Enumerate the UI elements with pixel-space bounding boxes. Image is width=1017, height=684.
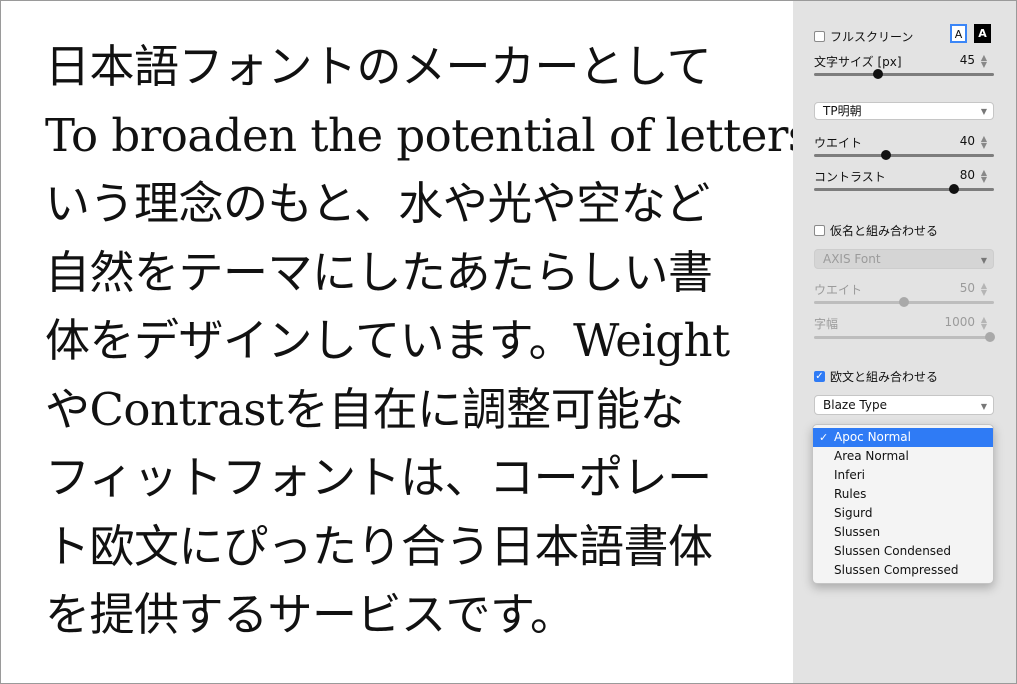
settings-panel: フルスクリーン A A 文字サイズ [px] 45 ▲ ▼ TP明朝 ▼ ウエイト…	[793, 1, 1016, 683]
kana-width-slider-knob[interactable]	[985, 332, 995, 342]
sample-line: 自然をテーマにしたあたらしい書	[45, 245, 713, 299]
kana-combine-label: 仮名と組み合わせる	[830, 224, 939, 238]
app-window: 日本語フォントのメーカーとして To broaden the potential…	[0, 0, 1017, 684]
weight-slider-knob[interactable]	[881, 150, 891, 160]
font-size-value: 45	[959, 53, 975, 67]
checkmark-icon: ✓	[819, 431, 829, 444]
kana-weight-stepper[interactable]: ▲ ▼	[979, 282, 989, 297]
sample-line: いう理念のもと、水や光や空など	[45, 177, 710, 230]
dropdown-option-apoc-normal[interactable]: ✓ Apoc Normal	[813, 428, 993, 447]
dropdown-option-inferi[interactable]: Inferi	[813, 466, 993, 485]
sample-line: やContrastを自在に調整可能な	[45, 382, 685, 436]
kana-font-select[interactable]: AXIS Font ▼	[814, 249, 994, 269]
kana-font-value: AXIS Font	[823, 252, 881, 266]
latin-combine-checkbox[interactable]: ✓	[814, 371, 825, 382]
weight-slider-track[interactable]	[814, 154, 994, 157]
sample-line: フィットフォントは、コーポレー	[45, 451, 712, 504]
dark-theme-button[interactable]: A	[974, 24, 991, 43]
latin-combine-label: 欧文と組み合わせる	[830, 370, 939, 384]
font-select-value: TP明朝	[823, 104, 862, 118]
chevron-down-icon: ▼	[980, 256, 987, 265]
sample-line: ト欧文にぴったり合う日本語書体	[45, 519, 713, 573]
kana-weight-value: 50	[959, 281, 975, 295]
latin-font-dropdown-menu: ✓ Apoc Normal Area Normal Inferi Rules S…	[812, 424, 994, 584]
chevron-down-icon: ▼	[980, 402, 987, 411]
weight-stepper[interactable]: ▲ ▼	[979, 135, 989, 150]
chevron-down-icon: ▼	[980, 107, 987, 116]
fullscreen-label: フルスクリーン	[830, 30, 914, 44]
dropdown-option-rules[interactable]: Rules	[813, 485, 993, 504]
latin-font-value: Blaze Type	[823, 398, 887, 412]
kana-width-value: 1000	[944, 315, 975, 329]
text-preview-area: 日本語フォントのメーカーとして To broaden the potential…	[1, 1, 855, 683]
weight-label: ウエイト	[814, 136, 863, 150]
contrast-slider-track[interactable]	[814, 188, 994, 191]
font-size-stepper[interactable]: ▲ ▼	[979, 54, 989, 69]
contrast-stepper[interactable]: ▲ ▼	[979, 169, 989, 184]
sample-text: 日本語フォントのメーカーとして To broaden the potential…	[45, 33, 855, 650]
font-size-slider-knob[interactable]	[873, 69, 883, 79]
kana-width-slider-track[interactable]	[814, 336, 994, 339]
sample-line: 日本語フォントのメーカーとして	[45, 40, 712, 93]
light-theme-button[interactable]: A	[950, 24, 967, 43]
sample-line: To broaden the potential of lettersと	[45, 108, 855, 162]
font-size-slider-track[interactable]	[814, 73, 994, 76]
sample-line: を提供するサービスです。	[45, 588, 575, 641]
sample-line: 体をデザインしています。Weight	[45, 314, 730, 367]
fullscreen-checkbox[interactable]	[814, 31, 825, 42]
dropdown-option-slussen-compressed[interactable]: Slussen Compressed	[813, 561, 993, 580]
font-size-label: 文字サイズ [px]	[814, 55, 902, 69]
dropdown-option-sigurd[interactable]: Sigurd	[813, 504, 993, 523]
dropdown-option-slussen-condensed[interactable]: Slussen Condensed	[813, 542, 993, 561]
kana-width-label: 字幅	[814, 317, 839, 331]
kana-weight-slider-knob[interactable]	[899, 297, 909, 307]
kana-width-stepper[interactable]: ▲ ▼	[979, 316, 989, 331]
dropdown-option-area-normal[interactable]: Area Normal	[813, 447, 993, 466]
weight-value: 40	[959, 134, 975, 148]
dropdown-option-slussen[interactable]: Slussen	[813, 523, 993, 542]
contrast-slider-knob[interactable]	[949, 184, 959, 194]
latin-font-select[interactable]: Blaze Type ▼	[814, 395, 994, 415]
font-select[interactable]: TP明朝 ▼	[814, 102, 994, 120]
kana-weight-label: ウエイト	[814, 283, 863, 297]
contrast-value: 80	[959, 168, 975, 182]
contrast-label: コントラスト	[814, 170, 886, 184]
kana-combine-checkbox[interactable]	[814, 225, 825, 236]
